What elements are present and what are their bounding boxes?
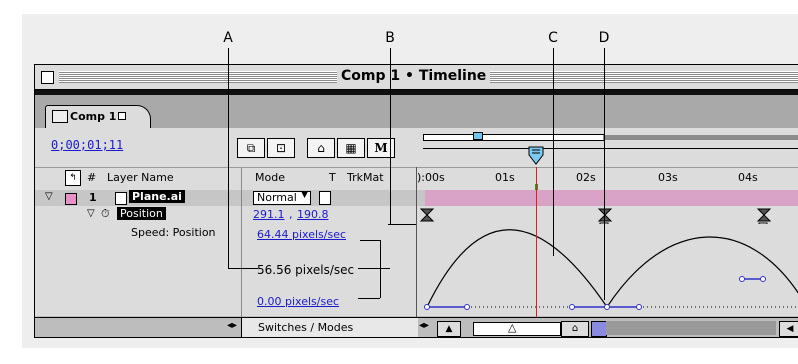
speed-current-value: 56.56 pixels/sec [257,263,355,277]
label-color-swatch[interactable] [65,193,77,205]
position-comma: , [289,208,293,221]
timeline-window: Comp 1 • Timeline Comp 1 0;00;01;11 ⧉ ⊡ … [34,64,798,338]
layer-duration-bar[interactable] [425,190,798,206]
illustrator-file-icon [115,192,127,205]
stopwatch-icon[interactable]: ⏱ [101,207,110,221]
callout-b-line [390,48,391,224]
close-box-icon[interactable] [41,71,54,84]
callout-b-bracket [358,298,380,299]
wireframe-button[interactable]: ⊡ [267,138,295,158]
work-area-bar[interactable] [423,134,605,141]
speed-graph[interactable] [417,224,798,316]
callout-c: C [548,30,558,46]
speed-property-label: Speed: Position [131,226,216,239]
tab-menu-icon[interactable] [118,112,126,120]
layer-name-column-header[interactable]: Layer Name [107,171,174,184]
zoom-slider[interactable]: △ [473,321,561,336]
column-divider [241,190,242,317]
callout-a-line [228,48,229,268]
scrollbar-thumb[interactable] [591,321,607,337]
callout-b: B [385,30,395,46]
position-x-value[interactable]: 291.1 [253,208,285,221]
expand-triangle-icon[interactable]: ▽ [45,191,53,202]
ruler-tick-1: 01s [495,171,515,184]
bottom-left-area [35,318,241,337]
ruler-tick-3: 03s [658,171,678,184]
composition-icon [52,110,68,123]
property-name: Position [117,207,166,220]
zoom-out-button[interactable]: ▲ [437,321,461,337]
switches-modes-label: Switches / Modes [258,321,354,334]
callout-b-line [388,224,416,225]
zoom-in-button[interactable]: ⌂ [561,321,589,337]
callout-b-bracket [380,240,381,298]
ruler-tick-0: ):00s [417,171,445,184]
ruler-tick-2: 02s [576,171,596,184]
zoom-slider-thumb-icon[interactable]: △ [508,321,516,334]
work-area-marker-icon[interactable] [473,132,483,140]
expand-panes-icon[interactable]: ◂▸ [419,320,429,331]
work-area-remainder [603,135,798,140]
ruler-tick-4: 04s [738,171,758,184]
dropdown-arrow-icon: ▼ [301,190,308,200]
title-bar[interactable]: Comp 1 • Timeline [35,65,798,90]
horizontal-scrollbar-track[interactable] [606,321,776,335]
bottom-bar: ◂▸ Switches / Modes ◂▸ ▲ △ ⌂ ◀ [35,317,798,337]
mode-column-header: Mode [255,171,285,184]
keyframe-hourglass-icon[interactable] [419,208,435,222]
shy-layers-button[interactable]: ⌂ [307,138,335,158]
number-column-header: # [87,171,97,184]
time-navigator-line [423,148,798,149]
tab-comp-1[interactable]: Comp 1 [45,105,151,129]
control-row: 0;00;01;11 ⧉ ⊡ ⌂ ▦ M [35,128,798,167]
mode-dropdown[interactable]: Normal ▼ [253,190,311,205]
switches-modes-button[interactable]: Switches / Modes [241,318,418,337]
tab-row: Comp 1 [35,95,798,129]
tab-label: Comp 1 [70,110,117,123]
collapse-panes-icon[interactable]: ◂▸ [227,320,237,331]
column-separator [241,168,242,190]
mode-value: Normal [257,191,297,204]
column-divider [416,167,417,317]
current-time-line [536,167,537,317]
draft-3d-button[interactable]: ⧉ [237,138,265,158]
callout-c-line [553,48,554,256]
label-column-icon[interactable]: ↰ [65,170,81,186]
callout-d-line [604,48,605,300]
callout-a-line [228,268,258,269]
frame-blending-button[interactable]: ▦ [337,138,365,158]
callout-a: A [223,30,233,46]
position-y-value[interactable]: 190.8 [297,208,329,221]
layer-name[interactable]: Plane.ai [129,190,185,203]
speed-max-value[interactable]: 64.44 pixels/sec [257,228,346,241]
preserve-transparency-checkbox[interactable] [319,191,331,205]
expand-triangle-icon[interactable]: ▽ [87,208,95,219]
speed-min-value[interactable]: 0.00 pixels/sec [257,295,339,308]
callout-b-bracket [360,240,380,241]
scroll-left-arrow-icon[interactable]: ◀ [779,321,798,337]
t-column-header: T [329,171,336,184]
callout-d: D [598,30,610,46]
layer-number: 1 [89,191,97,204]
trkmat-column-header: TrkMat [347,171,384,184]
current-time-indicator-icon[interactable] [528,146,544,166]
window-title: Comp 1 • Timeline [337,68,491,84]
current-time-display[interactable]: 0;00;01;11 [51,138,123,152]
callout-b-bracket [358,268,390,269]
